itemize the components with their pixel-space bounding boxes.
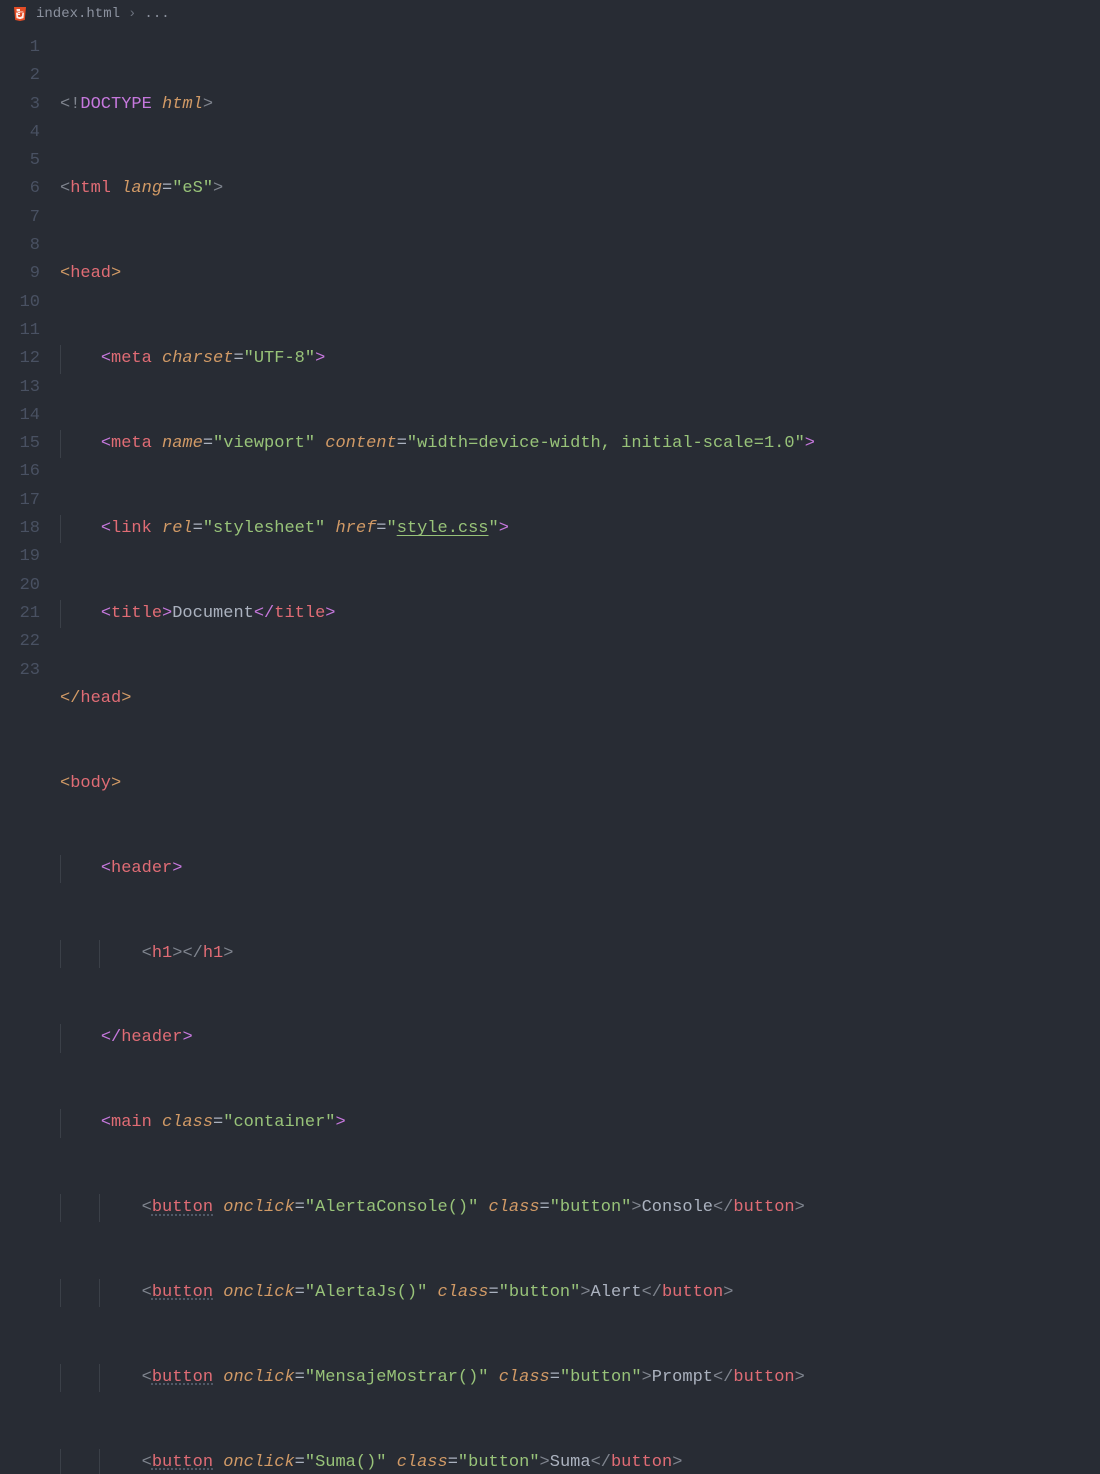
code-line[interactable]: <button onclick="Suma()" class="button">…: [60, 1449, 1100, 1474]
chevron-right-icon: ›: [128, 6, 136, 22]
code-line[interactable]: <head>: [60, 260, 1100, 288]
line-number: 21: [0, 600, 40, 628]
code-line[interactable]: <header>: [60, 855, 1100, 883]
code-line[interactable]: <!DOCTYPE html>: [60, 91, 1100, 119]
code-line[interactable]: <button onclick="MensajeMostrar()" class…: [60, 1364, 1100, 1392]
line-number: 5: [0, 147, 40, 175]
line-number: 7: [0, 204, 40, 232]
line-number: 17: [0, 487, 40, 515]
code-line[interactable]: <button onclick="AlertaConsole()" class=…: [60, 1194, 1100, 1222]
code-line[interactable]: <html lang="eS">: [60, 175, 1100, 203]
line-number: 19: [0, 543, 40, 571]
line-number: 23: [0, 657, 40, 685]
breadcrumb-ellipsis[interactable]: ...: [144, 6, 169, 22]
line-number-gutter: 1 2 3 4 5 6 7 8 9 10 11 12 13 14 15 16 1…: [0, 28, 60, 1474]
line-number: 11: [0, 317, 40, 345]
code-line[interactable]: <button onclick="AlertaJs()" class="butt…: [60, 1279, 1100, 1307]
breadcrumb-file[interactable]: index.html: [36, 6, 120, 22]
code-line[interactable]: <main class="container">: [60, 1109, 1100, 1137]
line-number: 13: [0, 374, 40, 402]
line-number: 3: [0, 91, 40, 119]
line-number: 12: [0, 345, 40, 373]
line-number: 8: [0, 232, 40, 260]
line-number: 18: [0, 515, 40, 543]
line-number: 9: [0, 260, 40, 288]
code-line[interactable]: <h1></h1>: [60, 940, 1100, 968]
line-number: 4: [0, 119, 40, 147]
code-line[interactable]: <body>: [60, 770, 1100, 798]
line-number: 15: [0, 430, 40, 458]
line-number: 2: [0, 62, 40, 90]
code-line[interactable]: <meta charset="UTF-8">: [60, 345, 1100, 373]
code-editor[interactable]: 1 2 3 4 5 6 7 8 9 10 11 12 13 14 15 16 1…: [0, 28, 1100, 1474]
code-line[interactable]: </head>: [60, 685, 1100, 713]
code-line[interactable]: <meta name="viewport" content="width=dev…: [60, 430, 1100, 458]
line-number: 20: [0, 572, 40, 600]
line-number: 6: [0, 175, 40, 203]
code-content[interactable]: <!DOCTYPE html> <html lang="eS"> <head> …: [60, 28, 1100, 1474]
line-number: 10: [0, 289, 40, 317]
line-number: 1: [0, 34, 40, 62]
code-line[interactable]: <title>Document</title>: [60, 600, 1100, 628]
line-number: 14: [0, 402, 40, 430]
code-line[interactable]: <link rel="stylesheet" href="style.css">: [60, 515, 1100, 543]
html-file-icon: [12, 6, 28, 22]
line-number: 16: [0, 458, 40, 486]
code-line[interactable]: </header>: [60, 1024, 1100, 1052]
breadcrumb: index.html › ...: [0, 0, 1100, 28]
line-number: 22: [0, 628, 40, 656]
